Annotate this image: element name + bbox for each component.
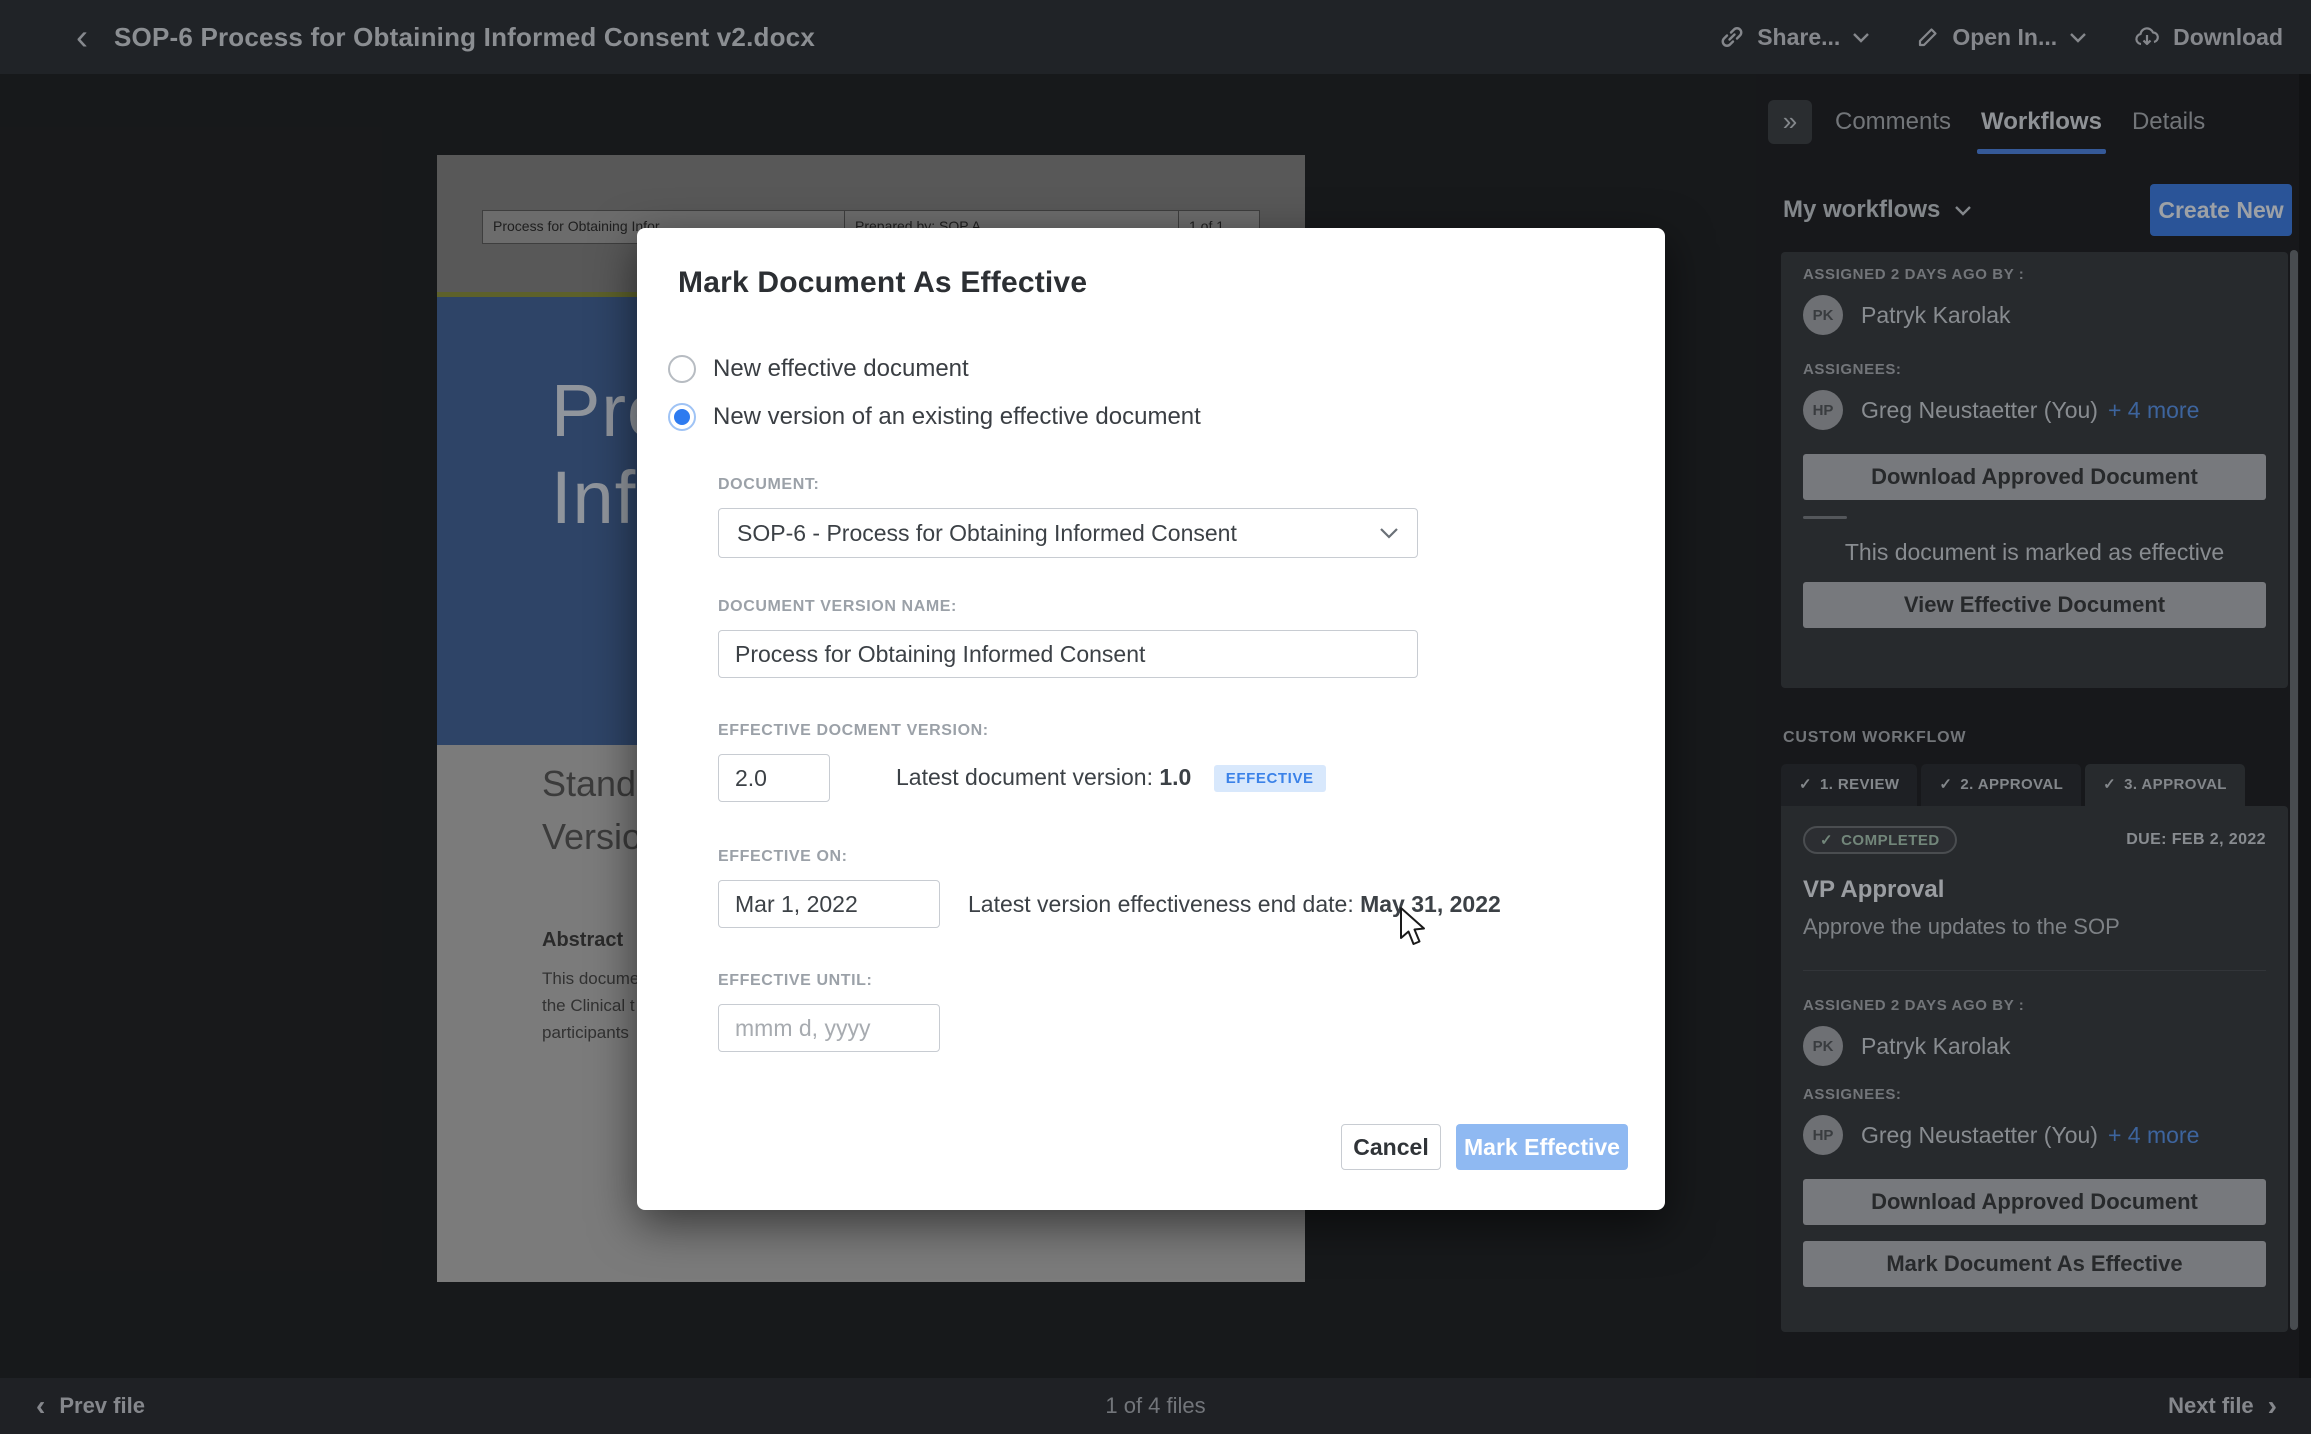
mouse-cursor [1398, 906, 1432, 948]
end-date-prefix: Latest version effectiveness end date: [968, 891, 1354, 917]
latest-version-value: 1.0 [1159, 764, 1191, 790]
radio-unchecked-icon[interactable] [668, 355, 696, 383]
modal-title: Mark Document As Effective [678, 266, 1665, 300]
effective-document-version-label: EFFECTIVE DOCMENT VERSION: [718, 722, 1665, 740]
modal-form: DOCUMENT: SOP-6 - Process for Obtaining … [718, 476, 1665, 1052]
effective-on-date-input[interactable] [718, 880, 940, 928]
document-select-value: SOP-6 - Process for Obtaining Informed C… [737, 520, 1237, 547]
effective-version-input[interactable] [718, 754, 830, 802]
chevron-down-icon [1379, 527, 1399, 539]
screen: ‹ SOP-6 Process for Obtaining Informed C… [0, 0, 2311, 1434]
effective-status-badge: EFFECTIVE [1214, 765, 1326, 792]
effective-version-row: Latest document version: 1.0 EFFECTIVE [718, 740, 1665, 802]
latest-version-text: Latest document version: 1.0 EFFECTIVE [896, 764, 1326, 792]
mark-effective-modal: Mark Document As Effective New effective… [637, 228, 1665, 1210]
document-version-name-input[interactable] [718, 630, 1418, 678]
effective-until-label: EFFECTIVE UNTIL: [718, 972, 1665, 990]
document-version-name-label: DOCUMENT VERSION NAME: [718, 598, 1665, 616]
radio-new-effective-document[interactable]: New effective document [668, 355, 1665, 383]
document-label: DOCUMENT: [718, 476, 1665, 494]
radio-new-version-existing[interactable]: New version of an existing effective doc… [668, 403, 1665, 431]
cancel-button[interactable]: Cancel [1341, 1124, 1441, 1170]
latest-version-prefix: Latest document version: [896, 764, 1153, 790]
radio-checked-icon[interactable] [668, 403, 696, 431]
mark-effective-submit-button[interactable]: Mark Effective [1456, 1124, 1628, 1170]
radio-label: New version of an existing effective doc… [713, 403, 1201, 431]
document-select[interactable]: SOP-6 - Process for Obtaining Informed C… [718, 508, 1418, 558]
modal-footer: Cancel Mark Effective [1341, 1124, 1628, 1170]
effective-on-label: EFFECTIVE ON: [718, 848, 1665, 866]
effective-on-row: Latest version effectiveness end date: M… [718, 866, 1665, 928]
radio-label: New effective document [713, 355, 969, 383]
effective-until-date-input[interactable] [718, 1004, 940, 1052]
